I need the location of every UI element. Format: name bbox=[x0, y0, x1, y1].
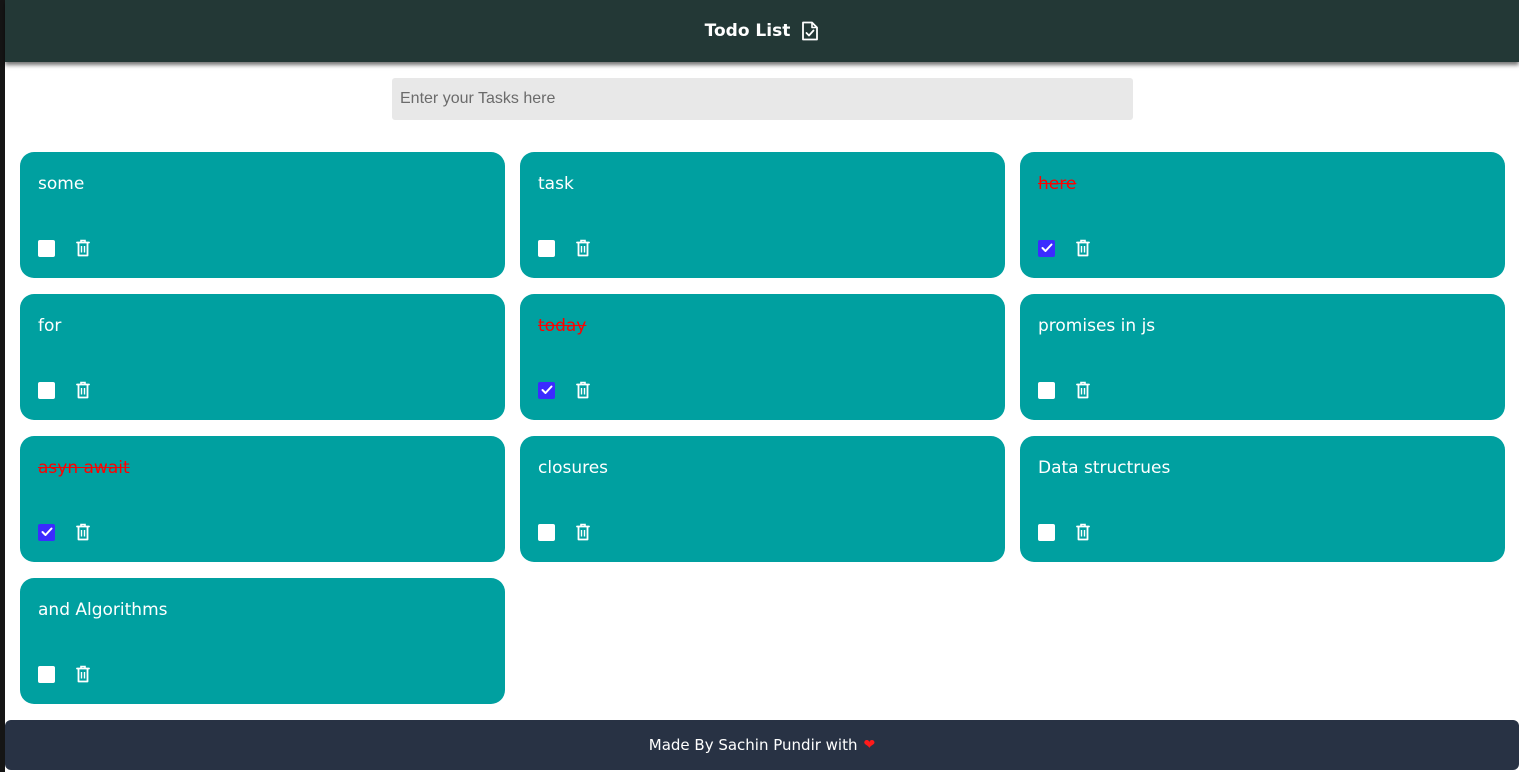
task-checkbox[interactable] bbox=[538, 381, 555, 399]
task-controls bbox=[538, 522, 591, 542]
footer-text: Made By Sachin Pundir with bbox=[648, 736, 858, 754]
task-controls bbox=[1038, 380, 1091, 400]
header: Todo List bbox=[5, 0, 1519, 62]
trash-icon[interactable] bbox=[575, 380, 591, 400]
task-controls bbox=[1038, 238, 1091, 258]
trash-icon[interactable] bbox=[1075, 238, 1091, 258]
task-card: task bbox=[520, 152, 1005, 278]
task-card: today bbox=[520, 294, 1005, 420]
page-title: Todo List bbox=[704, 21, 791, 41]
heart-icon: ❤ bbox=[863, 737, 876, 753]
task-card: here bbox=[1020, 152, 1505, 278]
task-card: some bbox=[20, 152, 505, 278]
task-card: promises in js bbox=[1020, 294, 1505, 420]
task-text: today bbox=[538, 316, 587, 336]
trash-icon[interactable] bbox=[75, 380, 91, 400]
task-text: asyn await bbox=[38, 458, 130, 478]
task-card: for bbox=[20, 294, 505, 420]
checkmark-icon bbox=[41, 527, 52, 536]
footer: Made By Sachin Pundir with ❤ bbox=[5, 720, 1519, 770]
task-checkbox[interactable] bbox=[1038, 239, 1055, 257]
task-checkbox[interactable] bbox=[1038, 523, 1055, 541]
task-text: task bbox=[538, 174, 574, 194]
task-text: Data structrues bbox=[1038, 458, 1171, 478]
task-checkbox[interactable] bbox=[38, 523, 55, 541]
task-grid: some task here for today promises in js asyn a… bbox=[20, 152, 1505, 704]
task-text: here bbox=[1038, 174, 1077, 194]
task-checkbox[interactable] bbox=[538, 239, 555, 257]
task-checkbox[interactable] bbox=[1038, 381, 1055, 399]
trash-icon[interactable] bbox=[75, 522, 91, 542]
checkmark-icon bbox=[541, 385, 552, 394]
trash-icon[interactable] bbox=[75, 664, 91, 684]
task-controls bbox=[38, 522, 91, 542]
task-controls bbox=[538, 380, 591, 400]
task-checkbox[interactable] bbox=[38, 381, 55, 399]
task-card: Data structrues bbox=[1020, 436, 1505, 562]
trash-icon[interactable] bbox=[1075, 522, 1091, 542]
task-controls bbox=[538, 238, 591, 258]
trash-icon[interactable] bbox=[75, 238, 91, 258]
task-controls bbox=[38, 238, 91, 258]
task-controls bbox=[38, 380, 91, 400]
trash-icon[interactable] bbox=[1075, 380, 1091, 400]
task-checkbox[interactable] bbox=[538, 523, 555, 541]
task-card: and Algorithms bbox=[20, 578, 505, 704]
task-controls bbox=[38, 664, 91, 684]
task-checkbox[interactable] bbox=[38, 665, 55, 683]
task-card: asyn await bbox=[20, 436, 505, 562]
task-controls bbox=[1038, 522, 1091, 542]
task-input[interactable] bbox=[392, 78, 1133, 120]
task-text: promises in js bbox=[1038, 316, 1156, 336]
task-text: some bbox=[38, 174, 85, 194]
task-text: and Algorithms bbox=[38, 600, 168, 620]
todo-app: Todo List some task here for today promises i… bbox=[5, 0, 1519, 772]
task-checkbox[interactable] bbox=[38, 239, 55, 257]
task-text: for bbox=[38, 316, 62, 336]
task-text: closures bbox=[538, 458, 609, 478]
trash-icon[interactable] bbox=[575, 522, 591, 542]
file-check-icon bbox=[801, 21, 819, 41]
trash-icon[interactable] bbox=[575, 238, 591, 258]
task-card: closures bbox=[520, 436, 1005, 562]
checkmark-icon bbox=[1041, 243, 1052, 252]
